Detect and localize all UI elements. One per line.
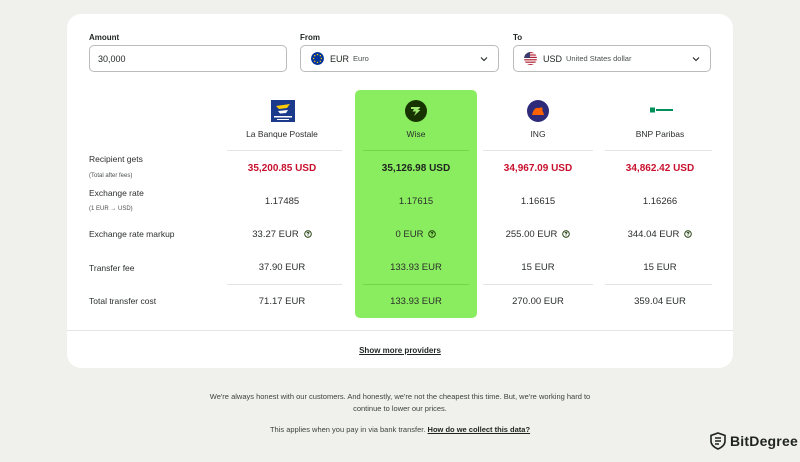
row-label-exchange-rate: Exchange rate [89, 188, 144, 198]
question-icon[interactable] [303, 230, 312, 238]
to-currency-name: United States dollar [566, 54, 632, 63]
question-icon[interactable] [562, 230, 571, 238]
divider [605, 150, 712, 151]
table-cell: 1.17615 [398, 195, 434, 207]
divider [67, 330, 733, 331]
table-cell: 35,200.85 USD [247, 162, 317, 174]
table-cell: 133.93 EUR [390, 261, 442, 273]
show-more-providers-link[interactable]: Show more providers [359, 346, 441, 355]
shield-logo-icon [710, 432, 726, 450]
footer-note: This applies when you pay in via bank tr… [150, 424, 650, 436]
question-icon[interactable] [684, 230, 693, 238]
footer-text-line2: continue to lower our prices. [353, 404, 447, 413]
from-currency-name: Euro [353, 54, 369, 63]
la-banque-postale-logo [271, 100, 295, 127]
from-label: From [300, 33, 320, 42]
to-currency-code: USD [543, 53, 563, 64]
divider [363, 150, 469, 151]
table-cell: 34,967.09 USD [503, 162, 573, 174]
table-cell: 344.04 EUR [599, 227, 721, 241]
row-sublabel-recipient-gets: (Total after fees) [89, 173, 133, 179]
provider-name-ing: ING [530, 129, 546, 139]
from-currency-code: EUR [330, 53, 350, 64]
table-cell: 270.00 EUR [512, 295, 564, 307]
from-currency-select[interactable]: EUR Euro [300, 45, 499, 72]
table-cell: 1.17485 [264, 195, 300, 207]
divider [483, 150, 593, 151]
ing-logo [527, 100, 549, 127]
chevron-down-icon [692, 57, 700, 62]
table-cell: 35,126.98 USD [381, 162, 451, 174]
amount-field[interactable] [89, 45, 287, 72]
bitdegree-watermark: BitDegree [710, 432, 798, 450]
divider [227, 150, 342, 151]
table-cell: 1.16615 [520, 195, 556, 207]
amount-label: Amount [89, 33, 120, 42]
table-cell: 15 EUR [643, 261, 677, 273]
table-cell: 1.16266 [642, 195, 678, 207]
row-sublabel-exchange-rate: (1 EUR → USD) [89, 206, 133, 212]
row-label-total-transfer-cost: Total transfer cost [89, 296, 157, 306]
provider-name-bnp-paribas: BNP Paribas [635, 129, 685, 139]
table-cell: 0 EUR [355, 227, 477, 241]
divider [483, 284, 593, 285]
comparison-card: Amount From To EUR Euro [67, 14, 733, 368]
row-label-recipient-gets: Recipient gets [89, 154, 143, 164]
table-cell: 15 EUR [521, 261, 555, 273]
footer-note-text: This applies when you pay in via bank tr… [269, 425, 426, 434]
table-cell: 37.90 EUR [258, 261, 306, 273]
table-cell: 33.27 EUR [221, 227, 343, 241]
table-cell: 34,862.42 USD [625, 162, 695, 174]
amount-input[interactable] [90, 53, 286, 64]
bnp-paribas-logo [650, 100, 674, 118]
to-label: To [513, 33, 523, 42]
divider [605, 284, 712, 285]
brand-name: BitDegree [730, 433, 798, 449]
us-flag-icon [524, 52, 537, 65]
chevron-down-icon [480, 57, 488, 62]
row-label-exchange-rate-markup: Exchange rate markup [89, 229, 175, 239]
divider [227, 284, 342, 285]
table-cell: 133.93 EUR [390, 295, 442, 307]
to-currency-select[interactable]: USD United States dollar [513, 45, 711, 72]
table-cell: 255.00 EUR [477, 227, 599, 241]
divider [363, 284, 469, 285]
row-label-transfer-fee: Transfer fee [89, 263, 135, 273]
how-we-collect-data-link[interactable]: How do we collect this data? [428, 425, 531, 434]
question-icon[interactable] [428, 230, 437, 238]
eu-flag-icon [311, 52, 324, 65]
table-cell: 359.04 EUR [634, 295, 686, 307]
show-more-providers: Show more providers [67, 346, 733, 355]
provider-name-la-banque-postale: La Banque Postale [246, 129, 318, 139]
table-cell: 71.17 EUR [258, 295, 306, 307]
footer-text-line1: We're always honest with our customers. … [209, 392, 591, 401]
wise-logo [405, 100, 427, 127]
provider-name-wise: Wise [406, 129, 426, 139]
